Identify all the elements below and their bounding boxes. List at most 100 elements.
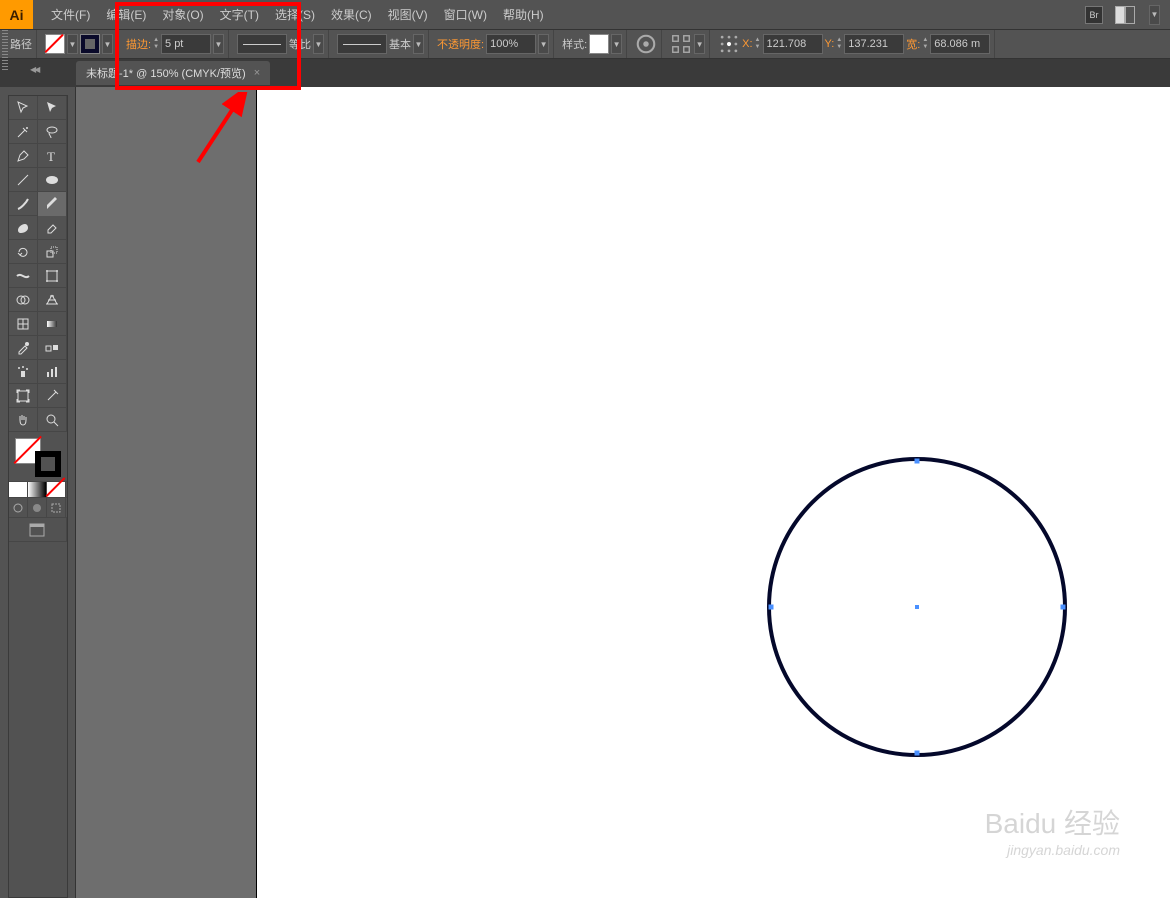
collapse-tools-icon[interactable]: ◀◀ [30,65,38,74]
stroke-weight-input[interactable] [161,34,211,54]
variable-width-profile[interactable] [237,34,287,54]
drawing-mode-normal[interactable] [9,498,28,517]
transform-reference-icon[interactable] [718,33,740,55]
stroke-indicator[interactable] [35,451,61,477]
watermark: Baidu 经验 jingyan.baidu.com [985,802,1120,858]
eyedropper-tool[interactable] [9,336,38,360]
rotate-tool[interactable] [9,240,38,264]
fill-dropdown[interactable]: ▼ [67,34,78,54]
artboard[interactable]: Baidu 经验 jingyan.baidu.com [256,87,1170,898]
color-mode-row [9,482,67,498]
blob-brush-tool[interactable] [9,216,38,240]
drawing-mode-behind[interactable] [28,498,47,517]
tools-pane: ◀◀ T [0,87,76,898]
artboard-tool[interactable] [9,384,38,408]
stroke-label[interactable]: 描边: [126,36,151,52]
paintbrush-tool[interactable] [9,192,38,216]
center-point [915,605,919,609]
eraser-tool[interactable] [38,216,67,240]
x-input[interactable] [763,34,823,54]
profile-dropdown[interactable]: ▼ [313,34,324,54]
direct-selection-tool[interactable] [38,96,67,120]
control-gripper [2,30,8,70]
symbol-sprayer-tool[interactable] [9,360,38,384]
menu-file[interactable]: 文件(F) [43,6,98,23]
width-input[interactable] [930,34,990,54]
stroke-dropdown[interactable]: ▼ [102,34,113,54]
anchor-top[interactable] [915,459,920,464]
fill-stroke-indicator[interactable] [9,432,67,482]
mesh-tool[interactable] [9,312,38,336]
style-dropdown[interactable]: ▼ [611,34,622,54]
width-label: 宽: [906,36,920,52]
menu-bar: Ai 文件(F) 编辑(E) 对象(O) 文字(T) 选择(S) 效果(C) 视… [0,0,1170,29]
drawing-mode-inside[interactable] [47,498,66,517]
canvas-area[interactable]: Baidu 经验 jingyan.baidu.com [76,87,1170,898]
menu-window[interactable]: 窗口(W) [436,6,495,23]
pen-tool[interactable] [9,144,38,168]
opacity-label[interactable]: 不透明度: [437,36,484,52]
stroke-weight-dropdown[interactable]: ▼ [213,34,224,54]
svg-text:T: T [47,149,55,164]
anchor-right[interactable] [1061,605,1066,610]
menu-view[interactable]: 视图(V) [380,6,436,23]
lasso-tool[interactable] [38,120,67,144]
brush-dropdown[interactable]: ▼ [413,34,424,54]
menu-effect[interactable]: 效果(C) [323,6,380,23]
shape-builder-tool[interactable] [9,288,38,312]
arrange-documents-icon[interactable] [1115,6,1137,24]
y-label: Y: [825,38,835,50]
tool-panel: T [8,95,68,898]
app-logo: Ai [0,0,33,29]
style-label: 样式: [562,36,587,52]
document-tab[interactable]: 未标题-1* @ 150% (CMYK/预览) × [76,61,270,85]
slice-tool[interactable] [38,384,67,408]
menu-select[interactable]: 选择(S) [267,6,323,23]
brush-definition[interactable] [337,34,387,54]
stroke-swatch[interactable] [80,34,100,54]
close-tab-icon[interactable]: × [254,67,260,79]
fill-swatch[interactable] [45,34,65,54]
column-graph-tool[interactable] [38,360,67,384]
document-tab-title: 未标题-1* @ 150% (CMYK/预览) [86,65,246,81]
scale-tool[interactable] [38,240,67,264]
recolor-artwork-icon[interactable] [635,33,657,55]
bridge-icon[interactable]: Br [1085,6,1103,24]
menu-help[interactable]: 帮助(H) [495,6,552,23]
selection-tool[interactable] [9,96,38,120]
menu-object[interactable]: 对象(O) [154,6,211,23]
opacity-input[interactable] [486,34,536,54]
blend-tool[interactable] [38,336,67,360]
menu-type[interactable]: 文字(T) [212,6,267,23]
opacity-dropdown[interactable]: ▼ [538,34,549,54]
anchor-left[interactable] [769,605,774,610]
watermark-brand: Baidu 经验 [985,802,1120,842]
line-tool[interactable] [9,168,38,192]
align-dropdown[interactable]: ▼ [694,34,705,54]
perspective-grid-tool[interactable] [38,288,67,312]
color-mode-none[interactable] [47,482,66,497]
type-tool[interactable]: T [38,144,67,168]
zoom-tool[interactable] [38,408,67,432]
align-icon[interactable] [670,33,692,55]
selected-ellipse-path[interactable] [767,457,1067,757]
magic-wand-tool[interactable] [9,120,38,144]
profile-label: 等比 [289,36,311,52]
graphic-style-swatch[interactable] [589,34,609,54]
ellipse-tool[interactable] [38,168,67,192]
width-tool[interactable] [9,264,38,288]
hand-tool[interactable] [9,408,38,432]
gradient-tool[interactable] [38,312,67,336]
x-label: X: [742,38,752,50]
screen-mode-toggle[interactable] [9,518,67,542]
layout-dropdown[interactable]: ▼ [1149,5,1160,25]
selection-type-label: 路径 [10,36,32,52]
pencil-tool[interactable] [38,192,67,216]
screen-mode-row [9,498,67,518]
y-input[interactable] [844,34,904,54]
free-transform-tool[interactable] [38,264,67,288]
color-mode-gradient[interactable] [28,482,47,497]
menu-edit[interactable]: 编辑(E) [98,6,154,23]
anchor-bottom[interactable] [915,751,920,756]
color-mode-solid[interactable] [9,482,28,497]
